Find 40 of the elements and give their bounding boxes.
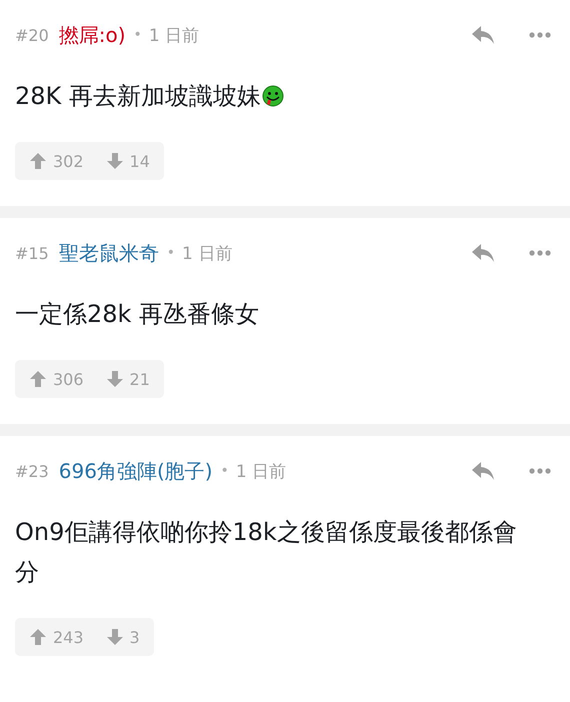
reply-icon (471, 243, 495, 263)
down-arrow-icon (106, 152, 124, 170)
up-arrow-icon (29, 152, 47, 170)
separator-dot: • (166, 245, 176, 261)
more-icon (529, 32, 551, 38)
up-arrow-icon (29, 628, 47, 646)
post-text: 28K 再去新加坡識坡妹 (15, 76, 535, 116)
downvote-button[interactable] (106, 628, 124, 646)
post-number: #23 (15, 462, 49, 480)
reply-icon (471, 461, 495, 481)
downvote-count: 3 (130, 628, 140, 646)
upvote-button[interactable] (29, 152, 47, 170)
down-arrow-icon (106, 628, 124, 646)
post-text: 一定係28k 再氹番條女 (15, 299, 260, 330)
more-icon (529, 250, 551, 256)
post-time: 1 日前 (236, 460, 286, 482)
post-number: #15 (15, 244, 49, 262)
reply-icon (471, 25, 495, 45)
downvote-button[interactable] (106, 370, 124, 388)
down-arrow-icon (106, 370, 124, 388)
author-name[interactable]: 聖老鼠米奇 (58, 240, 159, 266)
upvote-button[interactable] (29, 628, 47, 646)
downvote-count: 21 (130, 370, 150, 388)
more-icon (529, 468, 551, 474)
up-arrow-icon (29, 370, 47, 388)
author-name[interactable]: 696角強陣(胞子) (58, 458, 213, 484)
smiley-icon (262, 85, 284, 107)
upvote-button[interactable] (29, 370, 47, 388)
downvote-count: 14 (130, 152, 150, 170)
upvote-count: 302 (53, 152, 84, 170)
separator-dot: • (134, 27, 142, 43)
post-text: On9佢講得依啲你拎18k之後留係度最後都係會分 (15, 517, 518, 588)
upvote-count: 243 (53, 628, 84, 646)
downvote-button[interactable] (106, 152, 124, 170)
upvote-count: 306 (53, 370, 84, 388)
post-number: #20 (15, 26, 49, 44)
post-time: 1 日前 (182, 242, 232, 264)
post-time: 1 日前 (148, 24, 200, 46)
author-name[interactable]: 撚屌:o) (58, 22, 126, 48)
separator-dot: • (220, 463, 229, 479)
